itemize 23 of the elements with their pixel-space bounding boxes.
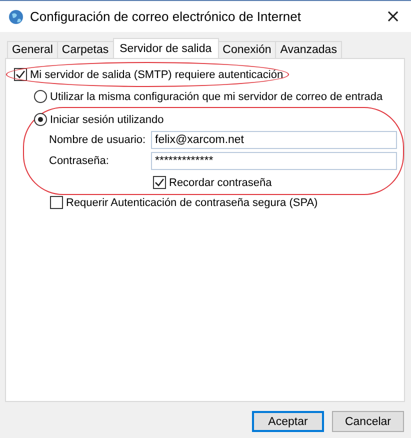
cancel-button[interactable]: Cancelar [332,411,404,432]
checkbox-label[interactable]: Recordar contraseña [169,176,272,188]
checkbox-label[interactable]: Mi servidor de salida (SMTP) requiere autenticación [30,68,284,80]
globe-icon [8,8,24,24]
window-title: Configuración de correo electrónico de Internet [30,9,302,24]
tab[interactable]: Servidor de salida [112,38,219,58]
field-label: Contraseña: [49,154,110,166]
checkbox[interactable] [14,68,27,81]
tab[interactable]: General [7,41,58,58]
radio-label[interactable]: Utilizar la misma configuración que mi servidor de correo de entrada [50,90,383,102]
username-field[interactable]: felix@xarcom.net [151,130,397,148]
checkbox[interactable] [153,176,166,189]
ok-button[interactable]: Aceptar [252,411,324,432]
radio-label[interactable]: Iniciar sesión utilizando [50,114,164,126]
field-label: Nombre de usuario: [49,134,147,146]
password-field[interactable]: ************* [151,152,397,170]
tab[interactable]: Avanzadas [275,41,342,58]
checkbox[interactable] [50,196,63,209]
radio-button[interactable] [34,113,47,126]
tab[interactable]: Carpetas [56,41,114,58]
close-button[interactable]: × [375,2,411,32]
radio-button[interactable] [34,90,47,103]
checkbox-label[interactable]: Requerir Autenticación de contraseña segura (SPA) [66,196,318,208]
